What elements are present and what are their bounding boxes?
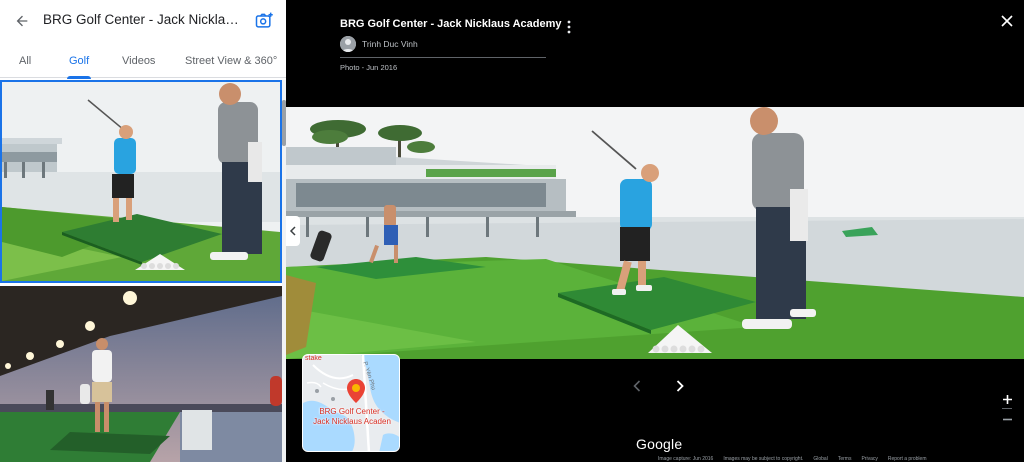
back-button[interactable] bbox=[10, 9, 34, 33]
photo-date: Photo - Jun 2016 bbox=[340, 63, 398, 72]
terms-link[interactable]: Terms bbox=[838, 456, 852, 462]
tab-street-view-360[interactable]: Street View & 360° bbox=[185, 43, 277, 78]
location-minimap[interactable]: stake P. Yên Phụ BRG Golf Center - Jack … bbox=[302, 354, 400, 452]
report-problem-link[interactable]: Report a problem bbox=[888, 456, 927, 462]
photo-author[interactable]: Trinh Duc Vinh bbox=[340, 36, 418, 52]
author-name: Trinh Duc Vinh bbox=[362, 39, 418, 49]
global-link[interactable]: Global bbox=[813, 456, 827, 462]
map-street-label: stake bbox=[305, 355, 322, 362]
close-button[interactable] bbox=[998, 12, 1016, 30]
photo-place-title: BRG Golf Center - Jack Nicklaus Academy bbox=[340, 18, 562, 30]
next-photo-button[interactable] bbox=[672, 377, 688, 395]
add-photo-icon bbox=[255, 12, 273, 28]
driving-range-evening-thumbnail-image bbox=[0, 286, 282, 462]
tab-golf[interactable]: Golf bbox=[66, 43, 92, 79]
zoom-in-button[interactable] bbox=[1000, 392, 1014, 406]
chevron-left-icon bbox=[289, 226, 296, 236]
minus-icon bbox=[1002, 418, 1012, 420]
collapse-panel-button[interactable] bbox=[286, 216, 300, 246]
map-place-label: Jack Nicklaus Acaden bbox=[313, 417, 391, 426]
plus-icon bbox=[1002, 394, 1012, 404]
google-logo: Google bbox=[636, 436, 683, 452]
zoom-divider bbox=[1002, 408, 1012, 409]
map-pin-icon bbox=[347, 379, 365, 403]
zoom-out-button[interactable] bbox=[1000, 412, 1014, 426]
more-vert-icon bbox=[567, 20, 571, 34]
place-title: BRG Golf Center - Jack Nicklaus ... bbox=[43, 12, 243, 27]
tab-videos[interactable]: Videos bbox=[122, 43, 155, 78]
photo-thumbnail[interactable] bbox=[0, 286, 282, 462]
add-photo-button[interactable] bbox=[252, 9, 276, 33]
tab-all[interactable]: All bbox=[19, 43, 31, 78]
image-capture-text: Image capture: Jun 2016 bbox=[658, 456, 714, 462]
arrow-back-icon bbox=[16, 15, 28, 27]
chevron-left-icon bbox=[633, 380, 641, 392]
user-avatar-icon bbox=[340, 36, 356, 52]
main-photo[interactable] bbox=[286, 107, 1024, 359]
copyright-text: Images may be subject to copyright. bbox=[723, 456, 804, 462]
more-options-button[interactable] bbox=[562, 18, 576, 36]
panel-header: BRG Golf Center - Jack Nicklaus ... bbox=[0, 0, 286, 42]
header-divider bbox=[340, 57, 546, 58]
previous-photo-button[interactable] bbox=[629, 377, 645, 395]
photo-viewer: BRG Golf Center - Jack Nicklaus Academy … bbox=[286, 0, 1024, 462]
photo-category-tabs: All Golf Videos Street View & 360° bbox=[0, 43, 286, 79]
golf-swing-thumbnail-image bbox=[2, 82, 280, 281]
photos-side-panel: BRG Golf Center - Jack Nicklaus ... All … bbox=[0, 0, 286, 462]
avatar bbox=[340, 36, 356, 52]
privacy-link[interactable]: Privacy bbox=[861, 456, 877, 462]
golf-lesson-photo bbox=[286, 107, 1024, 359]
close-icon bbox=[1001, 15, 1013, 27]
chevron-right-icon bbox=[676, 380, 684, 392]
map-place-label: BRG Golf Center - bbox=[319, 407, 385, 416]
footer-links: Image capture: Jun 2016 Images may be su… bbox=[658, 456, 1024, 462]
minimap-image bbox=[303, 355, 399, 451]
photo-thumbnail-selected[interactable] bbox=[0, 80, 282, 283]
